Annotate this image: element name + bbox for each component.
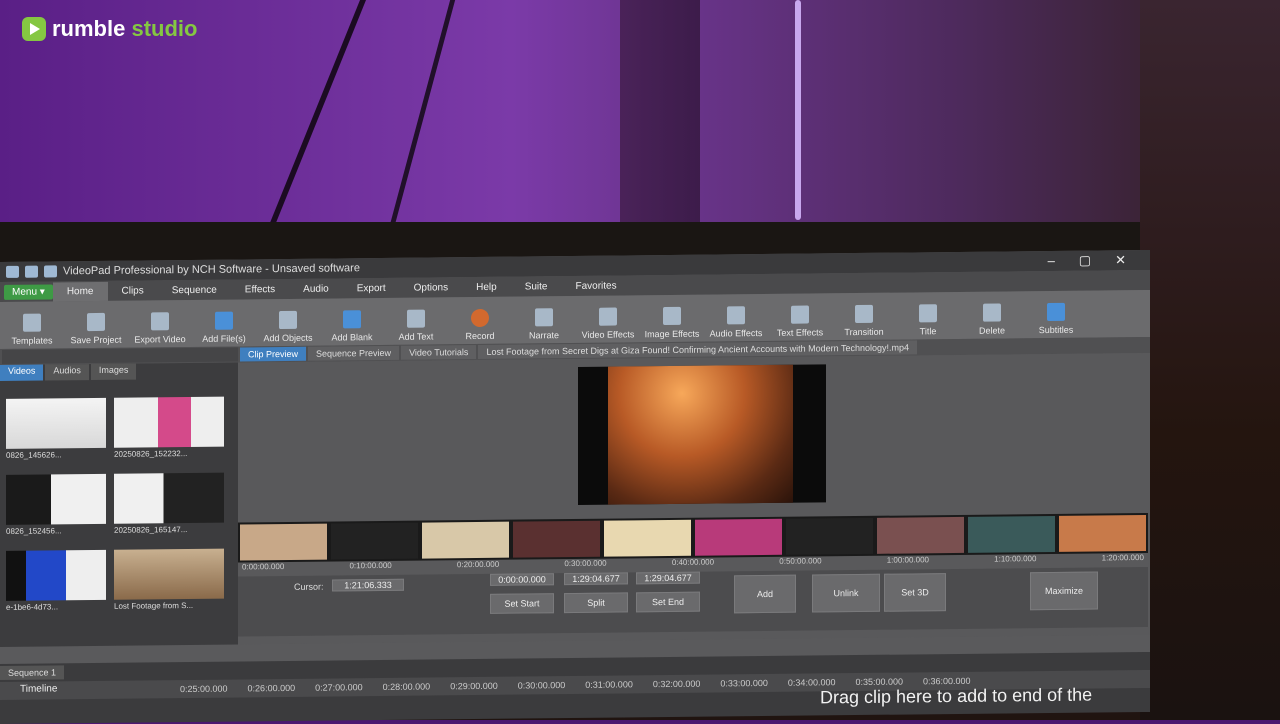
text-icon: [407, 309, 425, 328]
media-library: Videos Audios Images 0826_145626... 2025…: [0, 362, 238, 647]
background-cable: [795, 0, 801, 220]
tab-sequence-preview[interactable]: Sequence Preview: [308, 345, 400, 361]
logo-rumble: rumble: [52, 16, 126, 41]
tab-clips[interactable]: Clips: [108, 285, 158, 297]
logo-text: rumble studio: [52, 16, 197, 42]
tab-favorites[interactable]: Favorites: [562, 280, 631, 292]
add-files-button[interactable]: Add File(s): [192, 311, 256, 344]
delete-button[interactable]: Delete: [960, 303, 1024, 336]
subtitles-button[interactable]: Subtitles: [1024, 302, 1088, 336]
library-item[interactable]: 0826_152456...: [6, 473, 106, 537]
add-objects-button[interactable]: Add Objects: [256, 310, 320, 344]
save-project-button[interactable]: Save Project: [64, 312, 128, 346]
templates-icon: [23, 313, 41, 332]
export-icon: [151, 312, 169, 331]
start-time-field[interactable]: 0:00:00.000: [490, 573, 554, 586]
delete-icon: [983, 303, 1001, 322]
microphone-icon: [535, 308, 553, 327]
library-item[interactable]: 20250826_152232...: [114, 396, 224, 460]
record-button[interactable]: Record: [448, 308, 512, 342]
video-effects-icon: [599, 307, 617, 326]
background-shadow: [620, 0, 700, 225]
transition-button[interactable]: Transition: [832, 304, 896, 338]
add-button[interactable]: Add: [734, 574, 796, 614]
tab-audio[interactable]: Audio: [289, 283, 343, 295]
save-icon[interactable]: [44, 265, 57, 278]
subtitles-icon: [1047, 302, 1065, 322]
tab-suite[interactable]: Suite: [511, 281, 562, 293]
background-right: [1140, 0, 1280, 720]
tab-home[interactable]: Home: [52, 281, 108, 301]
tab-help[interactable]: Help: [462, 281, 511, 293]
text-effects-button[interactable]: Text Effects: [768, 305, 832, 338]
monitor-screen: VideoPad Professional by NCH Software - …: [0, 249, 1150, 724]
tab-effects[interactable]: Effects: [231, 283, 289, 295]
library-item[interactable]: Lost Footage from S...: [114, 548, 224, 612]
close-button[interactable]: ✕: [1115, 252, 1126, 268]
record-icon: [471, 308, 489, 328]
maximize-button[interactable]: ▢: [1079, 253, 1091, 269]
image-effects-icon: [663, 306, 681, 326]
set-3d-button[interactable]: Set 3D: [884, 573, 946, 612]
split-button[interactable]: Split: [564, 592, 628, 614]
tab-export[interactable]: Export: [343, 282, 400, 294]
cursor-time-field[interactable]: 1:21:06.333: [332, 578, 404, 592]
sequence-panel: Sequence 1 0:25:00.000 0:26:00.000 0:27:00…: [0, 651, 1150, 724]
transition-icon: [855, 304, 873, 324]
templates-button[interactable]: Templates: [0, 313, 64, 346]
image-effects-button[interactable]: Image Effects: [640, 306, 704, 340]
video-preview[interactable]: [578, 364, 826, 505]
text-effects-icon: [791, 305, 809, 324]
menu-button[interactable]: Menu ▾: [4, 283, 53, 300]
window-title: VideoPad Professional by NCH Software - …: [63, 262, 360, 278]
save-project-icon: [87, 312, 105, 332]
tab-sequence-1[interactable]: Sequence 1: [0, 665, 65, 680]
rumble-studio-logo: rumble studio: [22, 16, 197, 42]
set-start-button[interactable]: Set Start: [490, 593, 554, 614]
timeline-label: Timeline: [20, 683, 58, 695]
folder-icon[interactable]: [25, 265, 38, 278]
tab-video-tutorials[interactable]: Video Tutorials: [401, 345, 477, 360]
tab-clip-preview[interactable]: Clip Preview: [240, 346, 307, 362]
add-blank-button[interactable]: Add Blank: [320, 310, 384, 343]
playback-controls: Cursor: 1:21:06.333 0:00:00.000 1:29:04.…: [238, 566, 1148, 637]
add-files-icon: [215, 311, 233, 330]
library-item[interactable]: 20250826_165147...: [114, 472, 224, 536]
video-effects-button[interactable]: Video Effects: [576, 307, 640, 340]
minimize-button[interactable]: –: [1048, 253, 1055, 269]
cursor-label: Cursor:: [294, 581, 324, 592]
tab-images[interactable]: Images: [90, 363, 137, 381]
narrate-button[interactable]: Narrate: [512, 308, 576, 341]
tab-sequence[interactable]: Sequence: [158, 284, 231, 296]
play-icon: [22, 17, 46, 41]
unlink-button[interactable]: Unlink: [812, 573, 880, 613]
duration-field[interactable]: 1:29:04.677: [564, 572, 628, 586]
title-button[interactable]: Title: [896, 304, 960, 337]
add-blank-icon: [343, 310, 361, 329]
logo-studio: studio: [131, 16, 198, 41]
tab-audios[interactable]: Audios: [45, 364, 89, 381]
tab-options[interactable]: Options: [400, 282, 462, 294]
maximize-preview-button[interactable]: Maximize: [1030, 571, 1098, 611]
tab-videos[interactable]: Videos: [0, 364, 44, 381]
drop-hint: Drag clip here to add to end of the: [820, 684, 1093, 708]
clip-preview-panel: 0:00:00.000 0:10:00.000 0:20:00.000 0:30:0…: [238, 352, 1150, 645]
audio-effects-icon: [727, 306, 745, 325]
library-item[interactable]: e-1be6-4d73...: [6, 549, 106, 613]
end-time-field[interactable]: 1:29:04.677: [636, 571, 700, 585]
set-end-button[interactable]: Set End: [636, 591, 700, 613]
audio-effects-button[interactable]: Audio Effects: [704, 306, 768, 339]
library-item[interactable]: 0826_145626...: [6, 397, 106, 461]
add-text-button[interactable]: Add Text: [384, 309, 448, 342]
title-icon: [919, 304, 937, 323]
export-video-button[interactable]: Export Video: [128, 312, 192, 345]
add-objects-icon: [279, 310, 297, 330]
app-icon: [6, 265, 19, 278]
